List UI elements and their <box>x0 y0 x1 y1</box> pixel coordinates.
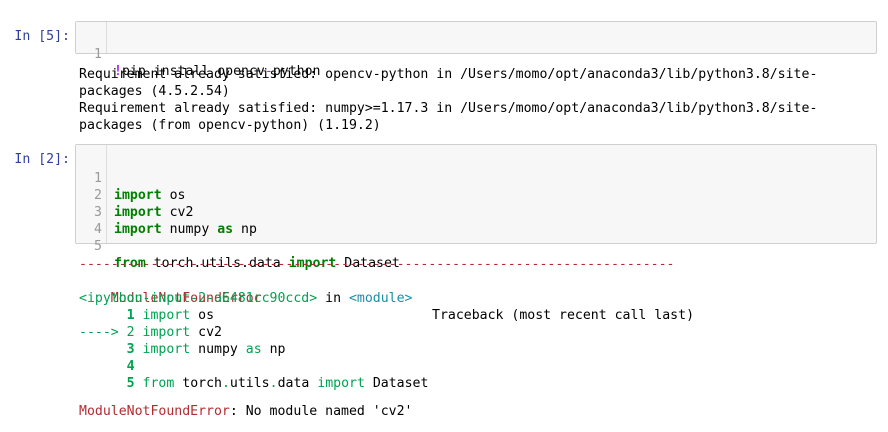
traceback-code-line: 4 <box>79 358 135 375</box>
traceback-code-line: 3 import numpy as np <box>79 341 286 358</box>
code-line: 3 import numpy as np <box>76 187 836 237</box>
traceback-arrow: ----> <box>79 325 127 340</box>
code-line: 1 !pip install opencv-python <box>76 29 836 79</box>
keyword: import <box>142 308 191 323</box>
operator: . <box>269 376 278 391</box>
code-line: 5 from torch.utils.data import Dataset <box>76 221 836 271</box>
code-line: 4 <box>76 204 836 237</box>
output-line: packages (from opencv-python) (1.19.2) <box>79 118 381 133</box>
output-line: packages (4.5.2.54) <box>79 84 230 99</box>
traceback-line-number: 2 <box>126 325 135 340</box>
traceback-code-line: 1 import os <box>79 307 214 324</box>
keyword: as <box>245 342 262 357</box>
code-line: 2 import cv2 <box>76 170 836 220</box>
code-text: np <box>261 342 286 357</box>
line-number: 1 <box>94 47 102 62</box>
traceback-location: <ipython-input-2-a6481cc90ccd> <box>79 291 318 306</box>
cell-prompt: In [2]: <box>14 152 70 167</box>
code-editor[interactable]: 1 !pip install opencv-python <box>75 21 877 79</box>
code-text: os <box>190 308 215 323</box>
code-text: data <box>277 376 318 391</box>
traceback-arrow <box>79 342 127 357</box>
traceback-header-line: ModuleNotFoundError Traceback (most rece… <box>79 273 879 323</box>
operator: . <box>221 376 230 391</box>
traceback-line-number: 5 <box>126 376 135 391</box>
keyword: import <box>142 325 191 340</box>
traceback-separator: ----------------------------------------… <box>79 257 675 272</box>
traceback-code-line: 5 from torch.utils.data import Dataset <box>79 375 429 392</box>
traceback-location-line: <ipython-input-2-a6481cc90ccd> in <modul… <box>79 290 412 307</box>
error-message: : No module named 'cv2' <box>229 404 413 419</box>
code-line: 1 import os <box>76 153 836 203</box>
line-number: 5 <box>94 239 102 254</box>
keyword: import <box>317 376 365 391</box>
keyword: import <box>142 342 191 357</box>
code-text: Dataset <box>364 376 429 391</box>
notebook-cell-2[interactable]: In [2]: 1 import os 2 import cv2 3 impor… <box>0 140 888 432</box>
traceback-line-number: 1 <box>126 308 135 323</box>
traceback-arrow <box>79 308 127 323</box>
traceback-line-number: 3 <box>126 342 135 357</box>
code-text: torch <box>174 376 222 391</box>
traceback-module: <module> <box>348 291 413 306</box>
notebook-cell-1[interactable]: In [5]: 1 !pip install opencv-python Req… <box>0 0 888 140</box>
output-line: Requirement already satisfied: opencv-py… <box>79 67 818 82</box>
traceback-arrow <box>79 359 127 374</box>
code-text: numpy <box>190 342 246 357</box>
code-editor[interactable]: 1 import os 2 import cv2 3 import numpy … <box>75 144 877 271</box>
traceback-arrow <box>79 376 127 391</box>
traceback-code-line: ----> 2 import cv2 <box>79 324 222 341</box>
traceback-header: Traceback (most recent call last) <box>432 308 695 323</box>
code-text: utils <box>229 376 270 391</box>
code-text: cv2 <box>190 325 222 340</box>
error-name: ModuleNotFoundError <box>79 404 230 419</box>
final-error-line: ModuleNotFoundError: No module named 'cv… <box>79 403 412 420</box>
cell-prompt: In [5]: <box>14 29 70 44</box>
output-line: Requirement already satisfied: numpy>=1.… <box>79 101 818 116</box>
traceback-line-number: 4 <box>126 359 135 374</box>
keyword: from <box>142 376 175 391</box>
traceback-in-text: in <box>317 291 349 306</box>
